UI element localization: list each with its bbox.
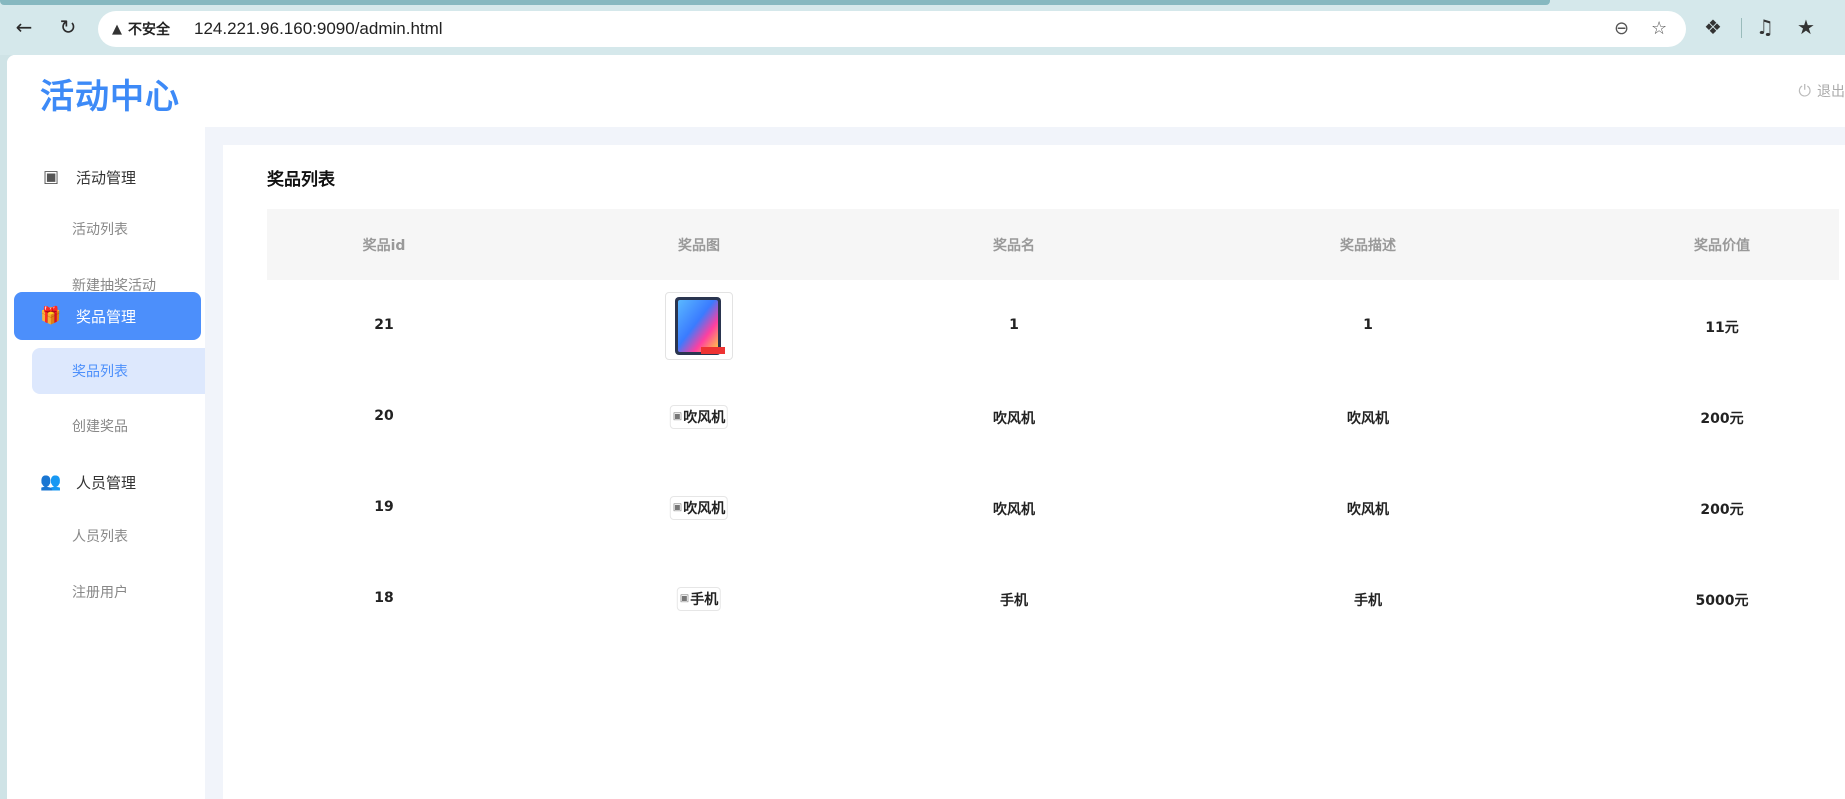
column-header-name: 奖品名: [993, 237, 1035, 254]
top-header: 活动中心 ⏻ 退出: [7, 55, 1845, 127]
page-title: 奖品列表: [267, 170, 335, 190]
url-text[interactable]: 124.221.96.160:9090/admin.html: [194, 19, 443, 39]
zoom-out-icon[interactable]: ⊖: [1614, 18, 1629, 39]
prize-id: 19: [374, 498, 394, 515]
prize-image: [665, 292, 733, 360]
address-bar[interactable]: ▲ 不安全 124.221.96.160:9090/admin.html ⊖ ☆: [98, 11, 1686, 47]
prize-image-broken: ▣ 吹风机: [669, 495, 729, 520]
warning-icon: ▲: [112, 21, 122, 37]
prize-name: 手机: [1000, 592, 1028, 609]
table-row: 19 ▣ 吹风机 吹风机 吹风机 200元: [267, 462, 1839, 553]
prize-value: 200元: [1700, 410, 1744, 427]
sidebar-item-prize-list[interactable]: 奖品列表: [32, 348, 205, 394]
bookmark-star-icon[interactable]: ☆: [1651, 18, 1667, 39]
cube-icon: ▣: [42, 167, 60, 187]
extensions-icon[interactable]: ❖: [1704, 15, 1722, 39]
toolbar-divider: [1741, 18, 1742, 38]
sidebar-group-people[interactable]: 👥 人员管理: [14, 458, 201, 506]
table-row: 18 ▣ 手机 手机 手机 5000元: [267, 553, 1839, 644]
broken-image-icon: ▣: [672, 411, 683, 422]
prize-description: 吹风机: [1347, 410, 1389, 427]
sidebar-group-label: 人员管理: [76, 473, 137, 492]
prize-name: 吹风机: [993, 501, 1035, 518]
prize-description: 吹风机: [1347, 501, 1389, 518]
tablet-image: [675, 297, 725, 355]
table-row: 20 ▣ 吹风机 吹风机 吹风机 200元: [267, 371, 1839, 462]
back-icon[interactable]: ←: [11, 14, 37, 40]
prize-id: 20: [374, 407, 394, 424]
media-icon[interactable]: ♫: [1756, 15, 1774, 39]
prize-list-card: 奖品列表 奖品id 奖品图 奖品名 奖品描述 奖品价值 21 1 1 11元 2…: [223, 145, 1845, 799]
broken-image-icon: ▣: [679, 593, 690, 604]
prize-description: 手机: [1354, 592, 1382, 609]
browser-chrome: ← ↻ ▲ 不安全 124.221.96.160:9090/admin.html…: [0, 0, 1845, 55]
prize-id: 18: [374, 589, 394, 606]
table-row: 21 1 1 11元: [267, 280, 1839, 371]
page: 活动中心 ⏻ 退出 ▣ 活动管理 活动列表 新建抽奖活动 🎁 奖品管理 奖品列表…: [7, 55, 1845, 799]
tab-strip: [0, 0, 1550, 5]
reload-icon[interactable]: ↻: [55, 14, 81, 40]
table-header: 奖品id 奖品图 奖品名 奖品描述 奖品价值: [267, 209, 1839, 280]
prize-name: 1: [1009, 316, 1019, 333]
gift-icon: 🎁: [40, 306, 62, 326]
sidebar-group-label: 奖品管理: [76, 307, 137, 326]
favorites-icon[interactable]: ★: [1797, 15, 1815, 39]
prize-description: 1: [1363, 316, 1373, 333]
sidebar-item-create-prize[interactable]: 创建奖品: [32, 403, 205, 449]
prize-image-alt: 吹风机: [683, 409, 726, 426]
sidebar-group-prize[interactable]: 🎁 奖品管理: [14, 292, 201, 340]
prize-image-alt: 手机: [690, 591, 719, 608]
prize-value: 11元: [1705, 319, 1739, 336]
logout-button[interactable]: ⏻ 退出: [1798, 81, 1845, 101]
column-header-id: 奖品id: [362, 237, 406, 254]
prize-value: 5000元: [1695, 592, 1749, 609]
logout-label: 退出: [1817, 84, 1845, 100]
prize-name: 吹风机: [993, 410, 1035, 427]
power-icon: ⏻: [1798, 81, 1811, 100]
prize-id: 21: [374, 316, 394, 333]
sidebar-item-people-list[interactable]: 人员列表: [32, 513, 205, 559]
sidebar: ▣ 活动管理 活动列表 新建抽奖活动 🎁 奖品管理 奖品列表 创建奖品 👥 人员…: [7, 127, 205, 799]
logo: 活动中心: [40, 77, 180, 117]
prize-image-alt: 吹风机: [683, 500, 726, 517]
broken-image-icon: ▣: [672, 502, 683, 513]
prize-table: 奖品id 奖品图 奖品名 奖品描述 奖品价值 21 1 1 11元 20 ▣ 吹…: [267, 209, 1839, 644]
prize-value: 200元: [1700, 501, 1744, 518]
sidebar-item-activity-list[interactable]: 活动列表: [32, 206, 205, 252]
sidebar-item-register-user[interactable]: 注册用户: [32, 569, 205, 615]
sidebar-group-label: 活动管理: [76, 168, 137, 187]
users-icon: 👥: [40, 472, 62, 492]
column-header-description: 奖品描述: [1340, 237, 1396, 254]
prize-image-broken: ▣ 手机: [676, 586, 722, 611]
security-label[interactable]: 不安全: [128, 19, 170, 39]
column-header-image: 奖品图: [678, 237, 720, 254]
prize-image-broken: ▣ 吹风机: [669, 404, 729, 429]
sidebar-group-activity[interactable]: ▣ 活动管理: [14, 153, 201, 201]
column-header-value: 奖品价值: [1694, 237, 1750, 254]
